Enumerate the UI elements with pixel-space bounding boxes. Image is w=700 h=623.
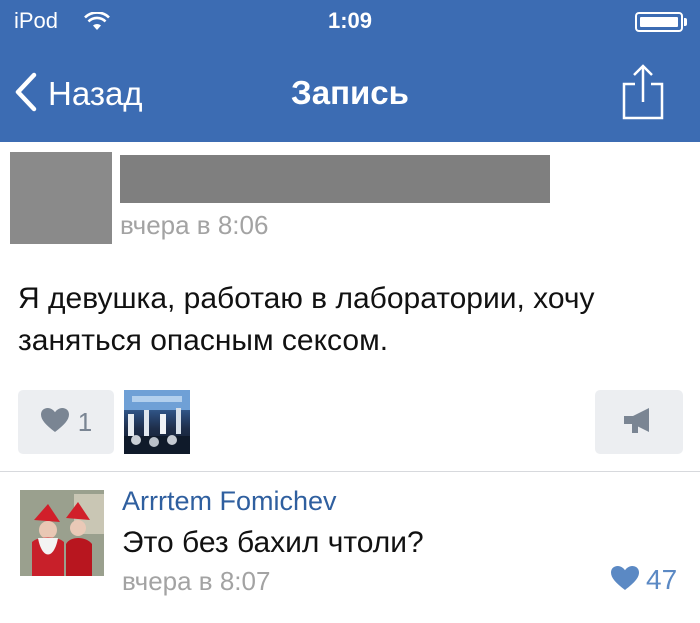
comment-timestamp: вчера в 8:07: [122, 566, 271, 596]
comment-like-button[interactable]: 47: [610, 564, 677, 596]
page-title: Запись: [291, 74, 409, 111]
like-button[interactable]: 1: [18, 390, 114, 454]
liker-avatar-image[interactable]: [124, 390, 190, 454]
navigation-bar: Назад Запись: [0, 44, 700, 142]
status-bar: iPod 1:09: [0, 0, 700, 44]
repost-button[interactable]: [595, 390, 683, 454]
battery-tip: [684, 18, 687, 26]
comment-like-count: 47: [646, 564, 678, 595]
divider: [0, 471, 700, 472]
comment-text: Это без бахил чтоли?: [122, 526, 424, 559]
comment-author-avatar[interactable]: [20, 490, 104, 576]
like-count: 1: [77, 406, 93, 437]
comment-author-name[interactable]: Arrrtem Fomichev: [122, 486, 337, 517]
megaphone-icon: [621, 405, 657, 440]
share-icon: [620, 64, 666, 126]
heart-icon: [610, 565, 640, 596]
post-timestamp: вчера в 8:06: [120, 210, 269, 240]
heart-icon: [40, 407, 70, 438]
post-author-name-redacted[interactable]: [120, 155, 550, 203]
post-author-avatar[interactable]: [10, 152, 112, 244]
clock: 1:09: [327, 8, 373, 33]
share-button[interactable]: [620, 62, 666, 122]
post-text: Я девушка, работаю в лаборатории, хочу з…: [18, 282, 595, 357]
battery-icon: [635, 12, 683, 32]
